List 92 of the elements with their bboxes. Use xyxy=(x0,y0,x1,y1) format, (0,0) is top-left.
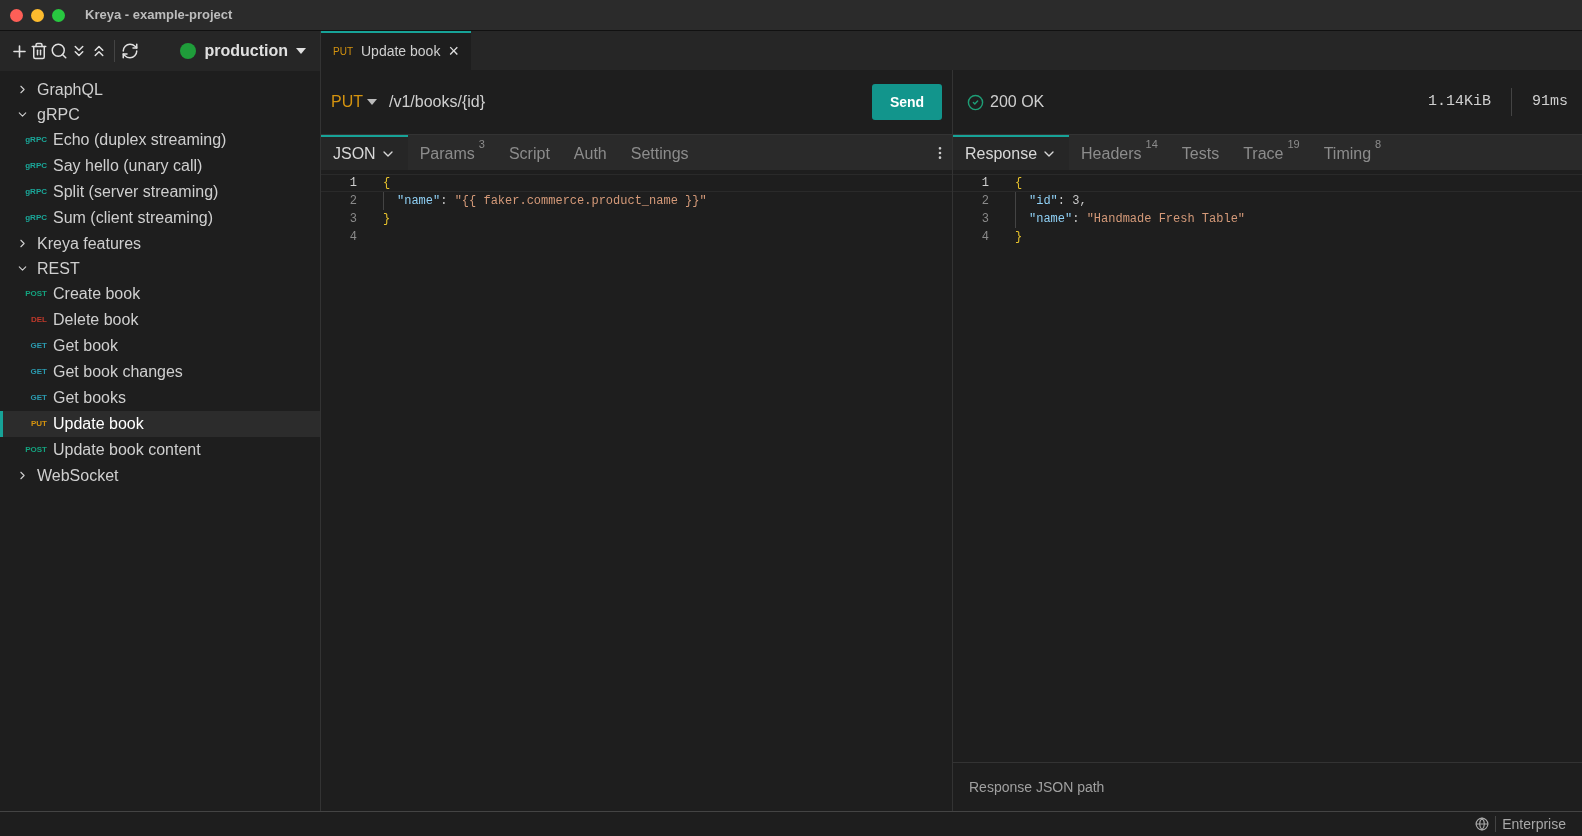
send-button[interactable]: Send xyxy=(872,84,942,120)
close-tab-button[interactable]: × xyxy=(448,38,459,65)
code-line: "name": "Handmade Fresh Table" xyxy=(1029,211,1246,228)
item-label: Sum (client streaming) xyxy=(53,208,214,228)
refresh-icon[interactable] xyxy=(121,42,139,60)
code-line: } xyxy=(1015,229,1023,246)
tree-item[interactable]: PUT Update book xyxy=(0,411,320,437)
status-text: 200 OK xyxy=(990,92,1045,112)
code-line: } xyxy=(383,211,391,228)
method-label: gRPC xyxy=(24,212,47,224)
tree-item[interactable]: POST Update book content xyxy=(0,437,320,463)
globe-icon xyxy=(1475,817,1490,831)
tree-folder[interactable]: REST xyxy=(0,256,320,281)
tree-item[interactable]: GET Get book xyxy=(0,333,320,359)
tree-folder[interactable]: WebSocket xyxy=(0,463,320,488)
item-label: Delete book xyxy=(53,310,139,330)
folder-label: gRPC xyxy=(37,104,80,125)
environment-selector[interactable]: production xyxy=(180,39,306,63)
tab-label: Update book xyxy=(361,42,441,61)
item-label: Say hello (unary call) xyxy=(53,156,203,176)
tab[interactable]: Settings xyxy=(618,135,701,170)
method-label: gRPC xyxy=(24,160,47,172)
line-number: 1 xyxy=(348,175,357,192)
line-number: 3 xyxy=(980,211,989,228)
folder-label: Kreya features xyxy=(37,233,142,254)
item-label: Get book xyxy=(53,336,118,356)
tree-item[interactable]: gRPC Sum (client streaming) xyxy=(0,205,320,231)
item-label: Create book xyxy=(53,284,141,304)
method-label: GET xyxy=(29,392,47,404)
line-number: 3 xyxy=(348,211,357,228)
tree-folder[interactable]: GraphQL xyxy=(0,77,320,102)
method-label: PUT xyxy=(333,45,353,59)
tab[interactable]: Auth xyxy=(561,135,619,170)
item-label: Echo (duplex streaming) xyxy=(53,130,227,150)
tree-item[interactable]: gRPC Say hello (unary call) xyxy=(0,153,320,179)
tree-item[interactable]: POST Create book xyxy=(0,281,320,307)
code-line: "name": "{{ faker.commerce.product_name }}" xyxy=(397,193,707,210)
success-icon xyxy=(967,93,984,111)
url-field[interactable]: /v1/books/{id} xyxy=(389,90,872,114)
tree-folder[interactable]: gRPC xyxy=(0,102,320,127)
method-label: POST xyxy=(24,444,47,456)
window-title: Kreya - example-project xyxy=(85,6,233,25)
maximize-window-button[interactable] xyxy=(52,8,65,22)
tab[interactable]: Trace $^{19}$ xyxy=(1231,135,1312,170)
caret-icon xyxy=(296,48,306,54)
method-label: PUT xyxy=(30,418,47,430)
editor-tab[interactable]: PUT Update book × xyxy=(321,31,471,70)
method-label: gRPC xyxy=(24,186,47,198)
trash-icon[interactable] xyxy=(30,42,48,60)
tree-item[interactable]: GET Get book changes xyxy=(0,359,320,385)
tree-folder[interactable]: Kreya features xyxy=(0,231,320,256)
tab[interactable]: Script xyxy=(496,135,562,170)
tree-item[interactable]: gRPC Echo (duplex streaming) xyxy=(0,127,320,153)
method-label: GET xyxy=(29,340,47,352)
method-label: gRPC xyxy=(24,134,47,146)
folder-label: WebSocket xyxy=(37,465,119,486)
method-label: POST xyxy=(24,288,47,300)
json-path-input[interactable]: Response JSON path xyxy=(969,776,1566,798)
code-line: { xyxy=(1015,175,1023,192)
tab[interactable]: Params $^{3}$ xyxy=(407,135,497,170)
code-line: "id": 3, xyxy=(1029,193,1087,210)
method-label: GET xyxy=(29,366,47,378)
item-label: Update book content xyxy=(53,440,201,460)
method-label: DEL xyxy=(30,314,47,326)
tab[interactable]: Tests xyxy=(1169,135,1232,170)
edition-label: Enterprise xyxy=(1502,814,1566,834)
folder-label: REST xyxy=(37,258,80,279)
item-label: Update book xyxy=(53,414,144,434)
response-time: 91ms xyxy=(1532,91,1568,112)
line-number: 1 xyxy=(980,175,989,192)
minimize-window-button[interactable] xyxy=(31,8,44,22)
search-icon[interactable] xyxy=(50,42,68,60)
item-label: Get books xyxy=(53,388,126,408)
line-number: 4 xyxy=(348,229,357,246)
line-number: 2 xyxy=(980,193,989,210)
line-number: 4 xyxy=(980,229,989,246)
item-label: Get book changes xyxy=(53,362,183,382)
close-window-button[interactable] xyxy=(10,8,23,22)
code-line: { xyxy=(383,175,391,192)
item-label: Split (server streaming) xyxy=(53,182,219,202)
tab[interactable]: Headers $^{14}$ xyxy=(1069,135,1170,170)
folder-label: GraphQL xyxy=(37,79,103,100)
tree-item[interactable]: gRPC Split (server streaming) xyxy=(0,179,320,205)
line-number: 2 xyxy=(348,193,357,210)
tab[interactable]: JSON xyxy=(321,135,408,170)
tab[interactable]: Timing $^{8}$ xyxy=(1311,135,1394,170)
tree-item[interactable]: DEL Delete book xyxy=(0,307,320,333)
tab[interactable]: Response xyxy=(953,135,1070,170)
tree-item[interactable]: GET Get books xyxy=(0,385,320,411)
method-dropdown[interactable]: PUT xyxy=(331,90,377,114)
caret-icon xyxy=(367,99,377,105)
response-size: 1.14KiB xyxy=(1427,91,1491,112)
